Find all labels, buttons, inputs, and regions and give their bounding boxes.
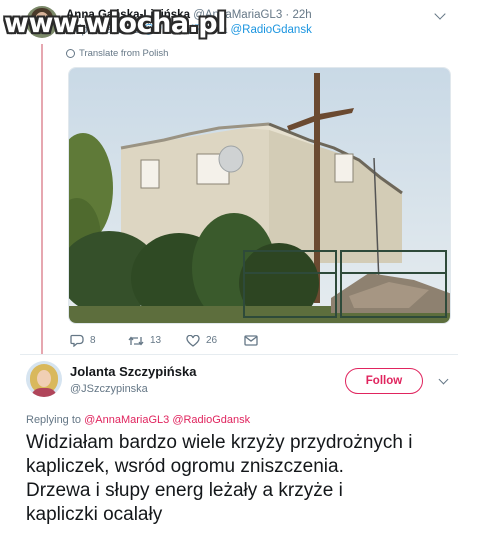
tweet-text-line: Drzewa i słupy energ leżały a krzyże i xyxy=(26,480,343,501)
via-link[interactable]: @RadioGdansk xyxy=(230,24,311,36)
retweet-count: 13 xyxy=(150,335,162,346)
thread-line xyxy=(41,44,43,354)
globe-icon xyxy=(66,49,75,58)
author-name[interactable]: Jolanta Szczypińska xyxy=(70,364,196,379)
follow-button[interactable]: Follow xyxy=(345,368,423,394)
tweet-text-line: kapliczki ocalały xyxy=(26,504,163,525)
like-count: 26 xyxy=(206,335,218,346)
reply-button[interactable]: 8 xyxy=(70,334,128,347)
reply-count: 8 xyxy=(90,335,96,346)
avatar[interactable] xyxy=(26,361,62,397)
author-handle[interactable]: @JSzczypinska xyxy=(70,383,148,395)
chevron-down-icon[interactable] xyxy=(438,374,449,385)
tweet-time[interactable]: · 22h xyxy=(285,9,311,21)
like-button[interactable]: 26 xyxy=(186,334,244,347)
tweet-actions: 8 13 26 xyxy=(70,334,302,347)
retweet-button[interactable]: 13 xyxy=(128,335,186,347)
replying-to: Replying to @AnnaMariaGL3 @RadioGdansk xyxy=(26,414,250,426)
message-button[interactable] xyxy=(244,335,302,346)
replying-handles[interactable]: @AnnaMariaGL3 @RadioGdansk xyxy=(84,414,250,426)
retweet-icon xyxy=(128,335,144,346)
heart-icon xyxy=(186,334,200,347)
tweet-text-line: kapliczek, wsród ogromu zniszczenia. xyxy=(26,456,344,477)
divider xyxy=(20,354,458,355)
chevron-down-icon[interactable] xyxy=(434,8,446,20)
tweet-text: Widziałam bardzo wiele krzyży przydrożny… xyxy=(26,431,476,527)
replying-prefix: Replying to xyxy=(26,414,82,426)
translate-link[interactable]: Translate from Polish xyxy=(66,48,168,59)
tweet-photo[interactable] xyxy=(68,67,451,324)
tweet-text-line: Widziałam bardzo wiele krzyży przydrożny… xyxy=(26,432,413,453)
envelope-icon xyxy=(244,335,258,346)
translate-label: Translate from Polish xyxy=(79,48,169,59)
watermark: www.wiocha.pl xyxy=(4,8,226,39)
reply-icon xyxy=(70,334,84,347)
damaged-house-photo xyxy=(69,68,450,323)
